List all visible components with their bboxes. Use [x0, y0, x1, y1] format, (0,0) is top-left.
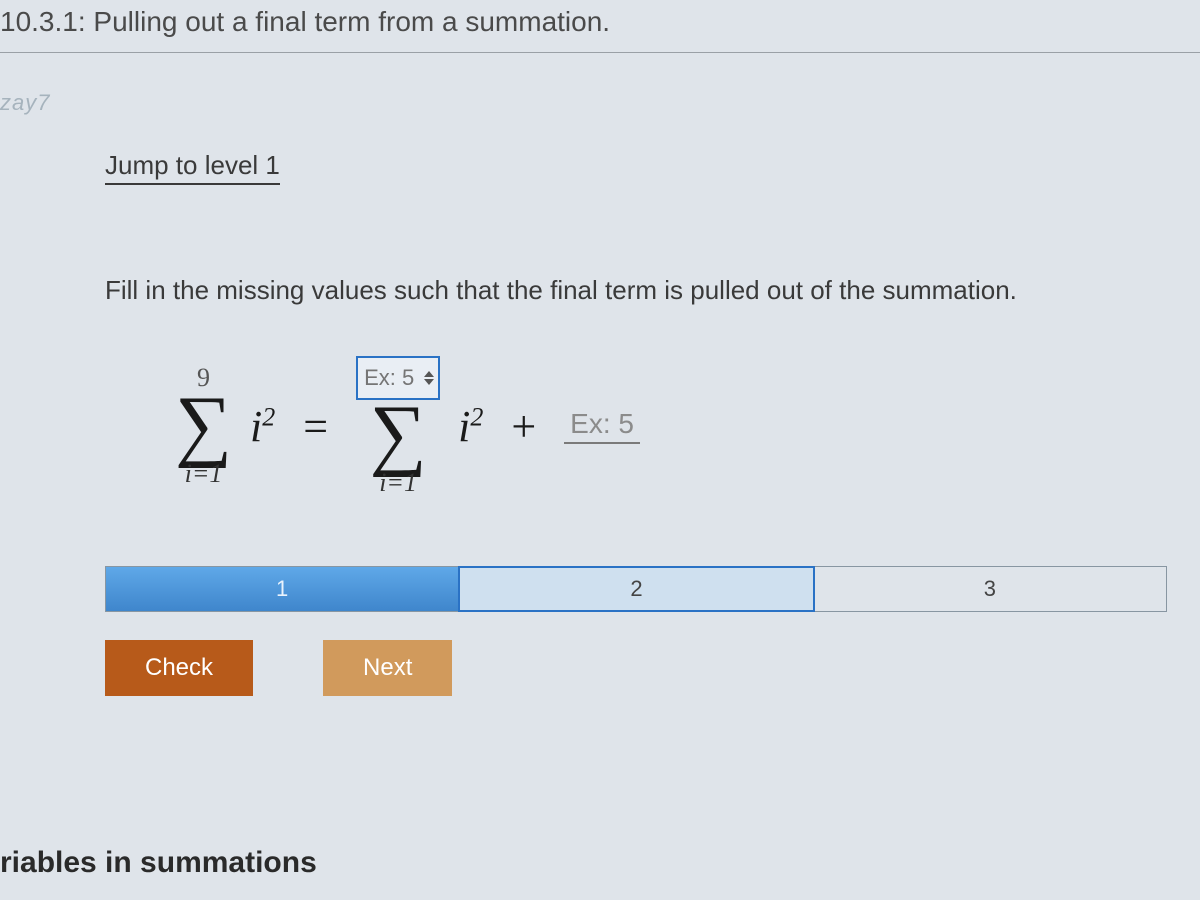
sigma-icon: ∑ — [370, 402, 427, 466]
number-stepper[interactable] — [424, 370, 434, 386]
chevron-up-icon[interactable] — [424, 370, 434, 378]
term-exp: 2 — [470, 402, 483, 431]
progress-step-1[interactable]: 1 — [106, 567, 459, 611]
right-summation: ∑ i=1 — [356, 356, 440, 496]
chevron-down-icon[interactable] — [424, 378, 434, 386]
button-row: Check Next — [105, 640, 1170, 696]
term-exp: 2 — [262, 402, 275, 431]
progress-step-2[interactable]: 2 — [458, 566, 814, 612]
activity-content: Jump to level 1 Fill in the missing valu… — [105, 150, 1170, 696]
left-term: i2 — [250, 401, 275, 452]
instruction-text: Fill in the missing values such that the… — [105, 275, 1170, 306]
right-term: i2 — [458, 401, 483, 452]
progress-bar: 1 2 3 — [105, 566, 1167, 612]
activity-title: 10.3.1: Pulling out a final term from a … — [0, 0, 1200, 53]
check-button[interactable]: Check — [105, 640, 253, 696]
right-sum-lower: i=1 — [379, 470, 417, 496]
equals-sign: = — [293, 401, 338, 452]
plus-sign: + — [501, 401, 546, 452]
term-base: i — [250, 402, 262, 451]
term-base: i — [458, 402, 470, 451]
left-sum-lower: i=1 — [185, 461, 223, 487]
trailing-term-input[interactable]: Ex: 5 — [564, 408, 640, 444]
watermark: zay7 — [0, 90, 50, 116]
jump-to-level-link[interactable]: Jump to level 1 — [105, 150, 280, 185]
sigma-icon: ∑ — [175, 393, 232, 457]
upper-bound-input[interactable] — [362, 364, 422, 392]
next-button[interactable]: Next — [323, 640, 452, 696]
left-summation: 9 ∑ i=1 — [175, 365, 232, 487]
progress-step-3[interactable]: 3 — [814, 567, 1166, 611]
equation: 9 ∑ i=1 i2 = ∑ i=1 i2 + — [175, 356, 1170, 496]
next-section-heading-fragment: riables in summations — [0, 846, 317, 880]
